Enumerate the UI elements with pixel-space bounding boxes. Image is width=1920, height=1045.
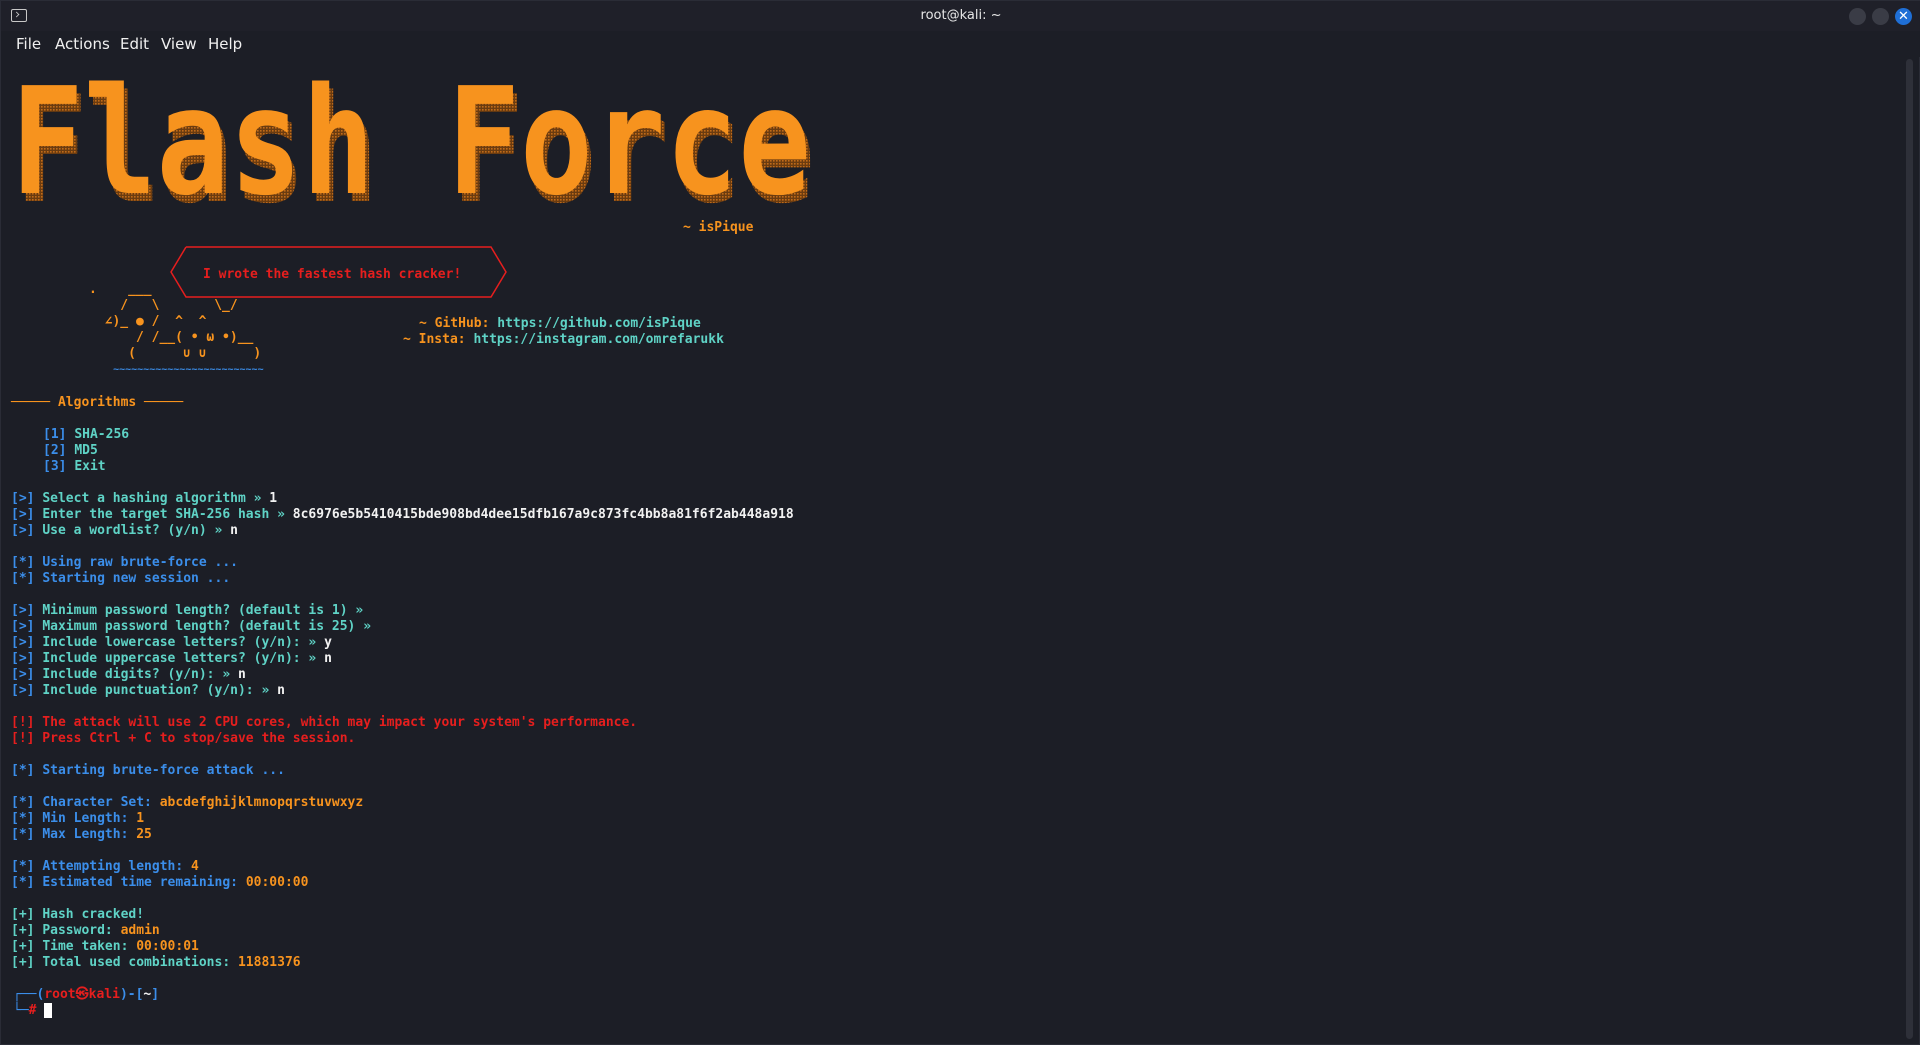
result-line: [+] Total used combinations: 11881376 (11, 955, 301, 970)
terminal-window: root@kali: ~ ✕ File Actions Edit View He… (0, 0, 1920, 1045)
info-line: [*] Using raw brute-force ... (11, 555, 238, 570)
config-line: [*] Max Length: 25 (11, 827, 152, 842)
prompt-line: [>] Enter the target SHA-256 hash » 8c69… (11, 507, 794, 522)
insta-url[interactable]: https://instagram.com/omrefarukk (473, 332, 723, 347)
menu-help[interactable]: Help (208, 35, 242, 53)
config-line: [*] Min Length: 1 (11, 811, 145, 826)
option-line: [>] Maximum password length? (default is… (11, 619, 379, 634)
github-url[interactable]: https://github.com/isPique (497, 316, 701, 331)
algorithm-option: [1] SHA-256 (43, 427, 130, 442)
start-line: [*] Starting brute-force attack ... (11, 763, 285, 778)
menu-edit[interactable]: Edit (120, 35, 149, 53)
shell-prompt: ┌──(root㉿kali)-[~] (13, 987, 160, 1002)
menu-view[interactable]: View (161, 35, 197, 53)
scrollbar[interactable] (1906, 59, 1913, 1039)
insta-label: ~ Insta: (403, 332, 466, 347)
result-line: [+] Password: admin (11, 923, 160, 938)
github-link-line: ~ GitHub: https://github.com/isPique (419, 316, 701, 332)
option-line: [>] Include digits? (y/n): » n (11, 667, 246, 682)
cat-art-line-1: . ___ (89, 282, 152, 297)
cat-art-line-2: / \ \_/ (89, 298, 238, 313)
result-line: [+] Time taken: 00:00:01 (11, 939, 199, 954)
window-title: root@kali: ~ (920, 8, 1002, 23)
prompt-line: [>] Use a wordlist? (y/n) » n (11, 523, 238, 538)
bubble-text: I wrote the fastest hash cracker! (203, 267, 462, 282)
info-line: [*] Starting new session ... (11, 571, 231, 586)
close-button[interactable]: ✕ (1895, 8, 1912, 25)
cat-art-line-4: / /__( • ω •)__ (89, 330, 254, 345)
prompt-line: [>] Select a hashing algorithm » 1 (11, 491, 278, 506)
algorithm-option: [2] MD5 (43, 443, 98, 458)
flash-force-banner: Flash Force Flash Force (11, 73, 815, 213)
title-bar: root@kali: ~ ✕ (1, 1, 1920, 31)
text-cursor (44, 1003, 53, 1018)
banner-title: Flash Force (11, 73, 811, 213)
cat-art-line-5: ( ∪ ∪ ) (89, 346, 262, 361)
warning-line: [!] Press Ctrl + C to stop/save the sess… (11, 731, 356, 746)
terminal-output[interactable]: Flash Force Flash Force ~ isPique I wrot… (11, 61, 1891, 1041)
github-label: ~ GitHub: (419, 316, 490, 331)
cat-art-line-3: ∠)_ ● / ^ ^ (89, 314, 207, 329)
progress-line: [*] Estimated time remaining: 00:00:00 (11, 875, 309, 890)
warning-line: [!] The attack will use 2 CPU cores, whi… (11, 715, 638, 730)
cat-art-water: ~~~~~~~~~~~~~~~~~~~~~~~~~ (89, 364, 264, 375)
option-line: [>] Minimum password length? (default is… (11, 603, 372, 618)
algorithm-option: [3] Exit (43, 459, 106, 474)
result-line: [+] Hash cracked! (11, 907, 145, 922)
option-line: [>] Include lowercase letters? (y/n): » … (11, 635, 332, 650)
shell-input-line[interactable]: └─# (13, 1003, 53, 1019)
option-line: [>] Include uppercase letters? (y/n): » … (11, 651, 332, 666)
author-credit: ~ isPique (683, 220, 754, 235)
insta-link-line: ~ Insta: https://instagram.com/omrefaruk… (403, 332, 724, 348)
algorithms-header: ───── Algorithms ───── (11, 395, 184, 410)
option-line: [>] Include punctuation? (y/n): » n (11, 683, 285, 698)
maximize-button[interactable] (1872, 8, 1889, 25)
menu-file[interactable]: File (16, 35, 41, 53)
progress-line: [*] Attempting length: 4 (11, 859, 199, 874)
config-line: [*] Character Set: abcdefghijklmnopqrstu… (11, 795, 364, 810)
menu-bar: File Actions Edit View Help (1, 31, 1920, 57)
minimize-button[interactable] (1849, 8, 1866, 25)
menu-actions[interactable]: Actions (55, 35, 110, 53)
